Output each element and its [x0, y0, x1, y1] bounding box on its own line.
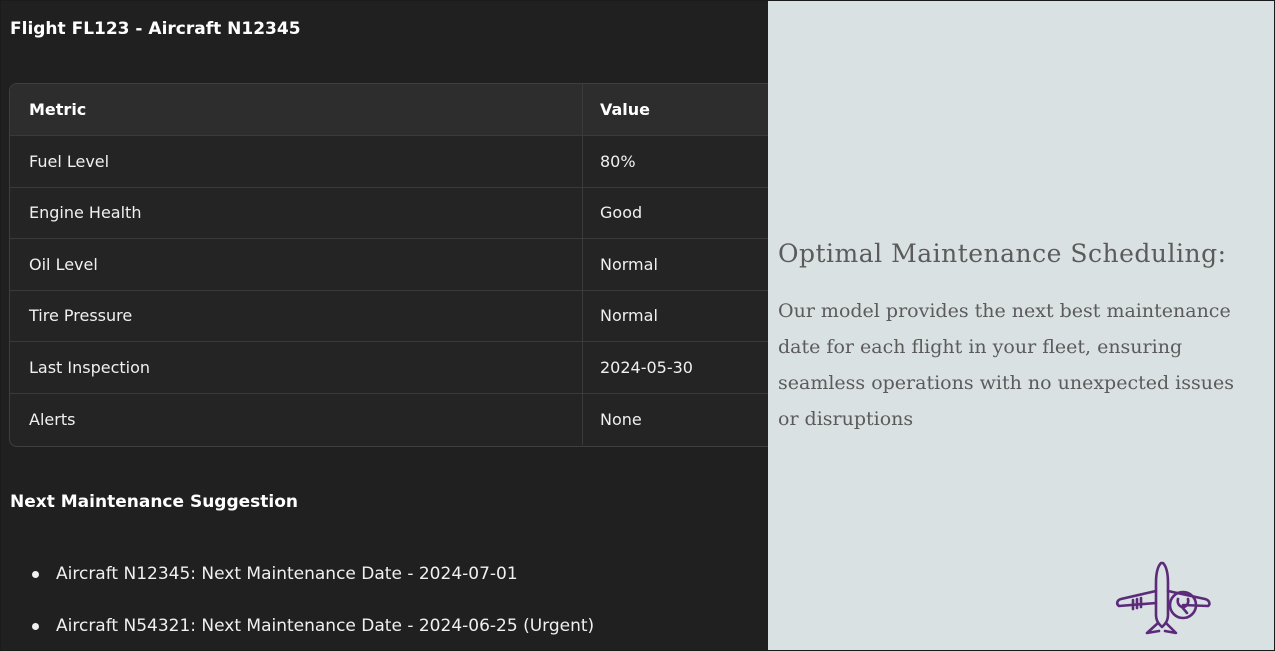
maintenance-suggestion-heading: Next Maintenance Suggestion	[10, 492, 299, 512]
metric-cell: Tire Pressure	[10, 290, 583, 341]
promo-description: Our model provides the next best mainten…	[778, 300, 1234, 430]
maintenance-suggestion-list: Aircraft N12345: Next Maintenance Date -…	[1, 563, 595, 650]
metrics-table: Metric Value Fuel Level 80% Engine Healt…	[9, 83, 781, 447]
column-header-value[interactable]: Value	[583, 84, 780, 135]
value-cell: Normal	[600, 254, 658, 274]
table-row: Fuel Level 80%	[10, 136, 780, 188]
bullet-icon	[32, 623, 39, 630]
bullet-icon	[32, 571, 39, 578]
table-header-row: Metric Value	[10, 84, 780, 136]
metric-cell: Engine Health	[10, 187, 583, 238]
metric-cell: Oil Level	[10, 239, 583, 290]
column-header-metric[interactable]: Metric	[10, 84, 583, 135]
suggestion-text: Aircraft N54321: Next Maintenance Date -…	[56, 616, 595, 636]
promo-heading: Optimal Maintenance Scheduling:	[778, 239, 1227, 268]
value-cell: None	[600, 409, 642, 429]
table-row: Oil Level Normal	[10, 239, 780, 291]
table-row: Tire Pressure Normal	[10, 290, 780, 342]
flight-title: Flight FL123 - Aircraft N12345	[10, 19, 301, 39]
table-row: Engine Health Good	[10, 187, 780, 239]
table-row: Alerts None	[10, 393, 780, 445]
list-item: Aircraft N12345: Next Maintenance Date -…	[1, 563, 594, 615]
table-row: Last Inspection 2024-05-30	[10, 342, 780, 394]
list-item: Aircraft N54321: Next Maintenance Date -…	[1, 615, 595, 650]
metric-cell: Fuel Level	[10, 136, 583, 187]
screen: Flight FL123 - Aircraft N12345 Metric Va…	[0, 0, 1275, 651]
metric-cell: Alerts	[10, 393, 583, 445]
value-cell: 2024-05-30	[600, 357, 693, 377]
promo-panel: Optimal Maintenance Scheduling: Our mode…	[768, 1, 1274, 650]
value-cell: Normal	[600, 306, 658, 326]
suggestion-text: Aircraft N12345: Next Maintenance Date -…	[56, 564, 518, 584]
value-cell: Good	[600, 203, 643, 223]
value-cell: 80%	[600, 151, 636, 171]
plane-wrench-icon	[1115, 561, 1211, 635]
flight-status-panel: Flight FL123 - Aircraft N12345 Metric Va…	[1, 1, 781, 650]
metric-cell: Last Inspection	[10, 342, 583, 393]
